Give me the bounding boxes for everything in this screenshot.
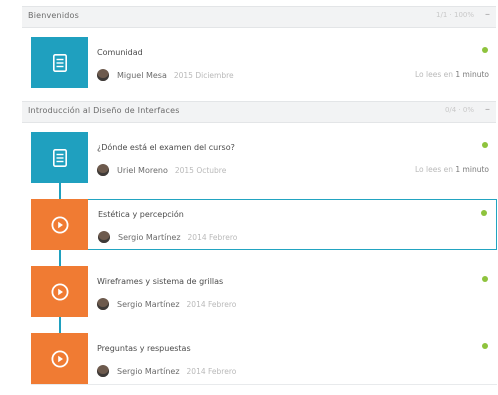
read-time-value: 1 minuto xyxy=(455,70,489,79)
lesson-row[interactable]: Wireframes y sistema de grillas Sergio M… xyxy=(31,266,497,317)
section-progress: 0/4 · 0% xyxy=(444,106,474,114)
author-name: Uriel Moreno xyxy=(117,165,168,175)
divider xyxy=(31,384,497,385)
author-name: Sergio Martínez xyxy=(117,299,180,309)
play-icon xyxy=(51,283,68,300)
lesson-title[interactable]: ¿Dónde está el examen del curso? xyxy=(97,143,235,152)
timeline-connector xyxy=(59,250,61,266)
play-icon xyxy=(51,216,68,233)
read-time-prefix: Lo lees en xyxy=(415,165,454,174)
status-dot-icon xyxy=(482,276,488,282)
section-header-bienvenidos[interactable]: Bienvenidos 1/1 · 100% – xyxy=(22,6,496,28)
author-line: Sergio Martínez 2014 Febrero xyxy=(97,364,236,378)
publish-date: 2014 Febrero xyxy=(186,366,237,376)
document-icon xyxy=(52,53,67,72)
lesson-row[interactable]: Comunidad Miguel Mesa 2015 Diciembre Lo … xyxy=(31,37,497,88)
status-dot-icon xyxy=(481,210,487,216)
author-name: Miguel Mesa xyxy=(117,70,167,80)
timeline-connector xyxy=(59,183,61,199)
read-time-value: 1 minuto xyxy=(455,165,489,174)
read-time: Lo lees en 1 minuto xyxy=(415,70,489,79)
lesson-thumbnail xyxy=(31,333,88,384)
author-line: Sergio Martínez 2014 Febrero xyxy=(97,297,236,311)
section-title: Bienvenidos xyxy=(28,11,79,20)
lesson-thumbnail xyxy=(31,132,88,183)
minus-icon[interactable]: – xyxy=(485,104,490,115)
timeline-connector xyxy=(59,317,61,333)
avatar xyxy=(97,164,109,176)
avatar xyxy=(97,365,109,377)
status-dot-icon xyxy=(482,142,488,148)
author-line: Miguel Mesa 2015 Diciembre xyxy=(97,68,234,82)
section-header-introduccion[interactable]: Introducción al Diseño de Interfaces 0/4… xyxy=(22,101,496,123)
publish-date: 2015 Diciembre xyxy=(173,70,234,80)
minus-icon[interactable]: – xyxy=(485,9,490,20)
author-line: Sergio Martínez 2014 Febrero xyxy=(98,230,237,244)
avatar xyxy=(97,69,109,81)
status-dot-icon xyxy=(482,343,488,349)
read-time: Lo lees en 1 minuto xyxy=(415,165,489,174)
avatar xyxy=(98,231,110,243)
course-outline: Bienvenidos 1/1 · 100% – Comunidad Migue… xyxy=(0,0,498,395)
lesson-thumbnail xyxy=(31,37,88,88)
avatar xyxy=(97,298,109,310)
play-icon xyxy=(51,350,68,367)
lesson-thumbnail xyxy=(31,266,88,317)
author-line: Uriel Moreno 2015 Octubre xyxy=(97,163,226,177)
lesson-row-selected[interactable]: Estética y percepción Sergio Martínez 20… xyxy=(31,199,497,250)
lesson-title[interactable]: Preguntas y respuestas xyxy=(97,344,191,353)
lesson-title[interactable]: Wireframes y sistema de grillas xyxy=(97,277,223,286)
publish-date: 2015 Octubre xyxy=(174,165,227,175)
author-name: Sergio Martínez xyxy=(118,232,181,242)
document-icon xyxy=(52,148,67,167)
read-time-prefix: Lo lees en xyxy=(415,70,454,79)
section-title: Introducción al Diseño de Interfaces xyxy=(28,106,180,115)
publish-date: 2014 Febrero xyxy=(187,232,238,242)
lesson-thumbnail xyxy=(31,199,88,250)
status-dot-icon xyxy=(482,47,488,53)
lesson-row[interactable]: ¿Dónde está el examen del curso? Uriel M… xyxy=(31,132,497,183)
lesson-title[interactable]: Estética y percepción xyxy=(98,210,184,219)
lesson-row[interactable]: Preguntas y respuestas Sergio Martínez 2… xyxy=(31,333,497,384)
lesson-title[interactable]: Comunidad xyxy=(97,48,143,57)
section-progress: 1/1 · 100% xyxy=(436,11,474,19)
publish-date: 2014 Febrero xyxy=(186,299,237,309)
author-name: Sergio Martínez xyxy=(117,366,180,376)
